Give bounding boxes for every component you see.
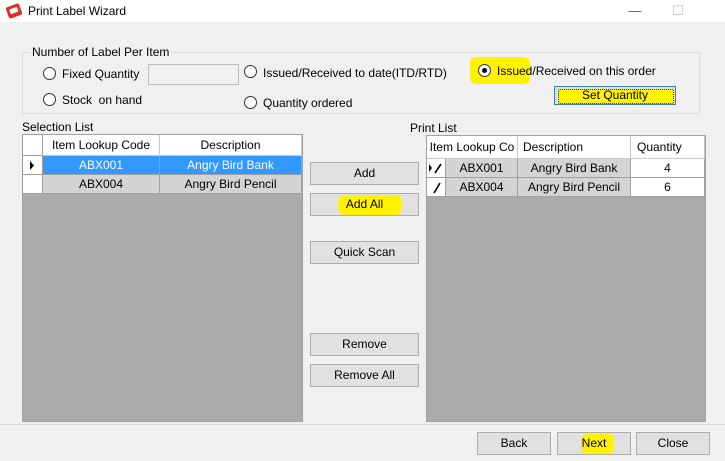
selection-row-header[interactable] xyxy=(23,156,43,175)
selection-col-code[interactable]: Item Lookup Code xyxy=(43,135,160,156)
issued-received-on-order-radio[interactable] xyxy=(478,64,491,77)
received-on-order-text: /Received on this order xyxy=(532,64,656,78)
edit-row-pencil-icon xyxy=(429,163,442,174)
selection-cell-description[interactable]: Angry Bird Bank xyxy=(160,156,302,175)
issued-word: Issued xyxy=(497,64,533,78)
print-col-description[interactable]: Description xyxy=(518,136,631,159)
footer-separator xyxy=(0,424,725,425)
edit-row-pencil-icon xyxy=(433,182,441,194)
quantity-ordered-label[interactable]: Quantity ordered xyxy=(263,96,352,110)
print-col-quantity[interactable]: Quantity xyxy=(631,136,705,159)
label-wizard-icon xyxy=(6,3,22,19)
set-quantity-label: Set Quantity xyxy=(581,88,649,102)
issued-received-on-order-label[interactable]: Issued/Received on this order xyxy=(497,64,656,78)
print-row-header[interactable] xyxy=(427,178,446,197)
print-cell-code[interactable]: ABX001 xyxy=(446,159,518,178)
group-legend: Number of Label Per Item xyxy=(30,45,172,59)
fixed-quantity-label[interactable]: Fixed Quantity xyxy=(62,67,139,81)
selection-cell-code[interactable]: ABX004 xyxy=(43,175,160,194)
quick-scan-button[interactable]: Quick Scan xyxy=(310,241,419,264)
add-button[interactable]: Add xyxy=(310,162,419,185)
print-cell-code[interactable]: ABX004 xyxy=(446,178,518,197)
selection-col-description[interactable]: Description xyxy=(160,135,302,156)
print-cell-description[interactable]: Angry Bird Bank xyxy=(518,159,631,178)
stock-on-hand-label[interactable]: Stock on hand xyxy=(62,93,142,107)
selection-cell-code[interactable]: ABX001 xyxy=(43,156,160,175)
add-all-button[interactable]: Add All xyxy=(310,193,419,216)
quantity-ordered-radio[interactable] xyxy=(244,96,257,109)
maximize-button[interactable]: ☐ xyxy=(655,0,701,22)
issued-received-to-date-label[interactable]: Issued/Received to date(ITD/RTD) xyxy=(263,66,447,80)
remove-all-button[interactable]: Remove All xyxy=(310,364,419,387)
set-quantity-button[interactable]: Set Quantity xyxy=(554,86,676,105)
stock-on-hand-radio[interactable] xyxy=(43,93,56,106)
next-label: Next xyxy=(581,436,607,450)
print-list-title: Print List xyxy=(410,121,457,135)
fixed-quantity-input[interactable] xyxy=(148,64,239,85)
add-all-label: Add All xyxy=(345,197,384,211)
print-cell-quantity[interactable]: 6 xyxy=(631,178,705,197)
remove-button[interactable]: Remove xyxy=(310,333,419,356)
next-button[interactable]: Next xyxy=(557,432,631,455)
fixed-quantity-radio[interactable] xyxy=(43,67,56,80)
print-row-header[interactable] xyxy=(427,159,446,178)
close-button[interactable]: Close xyxy=(636,432,710,455)
print-cell-description[interactable]: Angry Bird Pencil xyxy=(518,178,631,197)
minimize-button[interactable]: — xyxy=(612,0,658,22)
selection-list-title: Selection List xyxy=(22,120,94,134)
selection-corner xyxy=(23,135,43,156)
issued-received-to-date-radio[interactable] xyxy=(244,65,257,78)
back-button[interactable]: Back xyxy=(477,432,551,455)
selection-grid[interactable]: Item Lookup Code Description ABX001 Angr… xyxy=(22,134,303,422)
print-col-code[interactable]: Item Lookup Co xyxy=(427,136,518,159)
current-row-arrow-icon xyxy=(30,161,34,170)
selection-cell-description[interactable]: Angry Bird Pencil xyxy=(160,175,302,194)
print-cell-quantity[interactable]: 4 xyxy=(631,159,705,178)
selection-row-header[interactable] xyxy=(23,175,43,194)
print-grid[interactable]: Item Lookup Co Description Quantity ABX0… xyxy=(426,135,706,422)
window-title: Print Label Wizard xyxy=(28,4,127,18)
